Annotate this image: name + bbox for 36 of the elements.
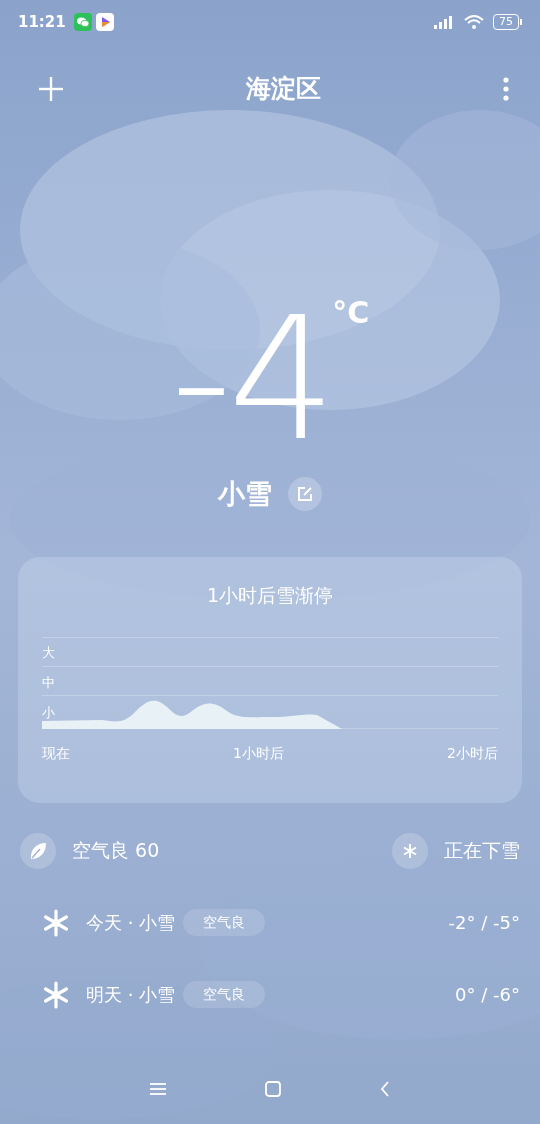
menu-button[interactable]	[502, 76, 510, 102]
edit-icon	[297, 486, 313, 503]
add-icon	[38, 76, 64, 102]
day-forecast: 明天 · 小雪	[86, 983, 176, 1007]
temperature-range: 0° / -6°	[455, 983, 520, 1007]
axis-label: 大	[42, 644, 55, 662]
wifi-icon	[463, 14, 485, 30]
info-text: 空气良 60	[72, 838, 160, 864]
snowflake-icon	[402, 842, 418, 859]
axis-label: 1小时后	[233, 744, 284, 763]
temperature-range: -2° / -5°	[448, 911, 520, 935]
weather-condition: 小雪	[218, 477, 272, 511]
home-icon[interactable]	[265, 1081, 281, 1097]
axis-label: 2小时后	[447, 744, 498, 763]
snowflake-icon	[42, 908, 70, 937]
status-time: 11:21	[18, 11, 66, 33]
air-quality-tag: 空气良	[183, 909, 266, 936]
more-icon	[502, 77, 510, 102]
edit-button[interactable]	[288, 477, 322, 512]
day-forecast: 今天 · 小雪	[86, 911, 176, 935]
temperature-unit: °C	[332, 294, 370, 332]
axis-label: 中	[42, 674, 55, 692]
signal-icon	[433, 15, 455, 29]
axis-label: 小	[42, 704, 55, 722]
city-title: 海淀区	[244, 73, 322, 106]
leaf-icon	[28, 840, 48, 861]
battery-icon: 75	[493, 14, 522, 30]
air-quality-tag: 空气良	[183, 981, 266, 1008]
temperature: -4	[170, 294, 333, 464]
add-button[interactable]	[38, 76, 64, 102]
axis-label: 现在	[42, 744, 70, 763]
back-icon[interactable]	[380, 1081, 390, 1097]
snowflake-icon	[42, 980, 70, 1009]
info-text: 正在下雪	[444, 838, 520, 864]
forecast-title: 1小时后雪渐停	[205, 582, 335, 608]
menu-icon[interactable]	[150, 1082, 166, 1096]
